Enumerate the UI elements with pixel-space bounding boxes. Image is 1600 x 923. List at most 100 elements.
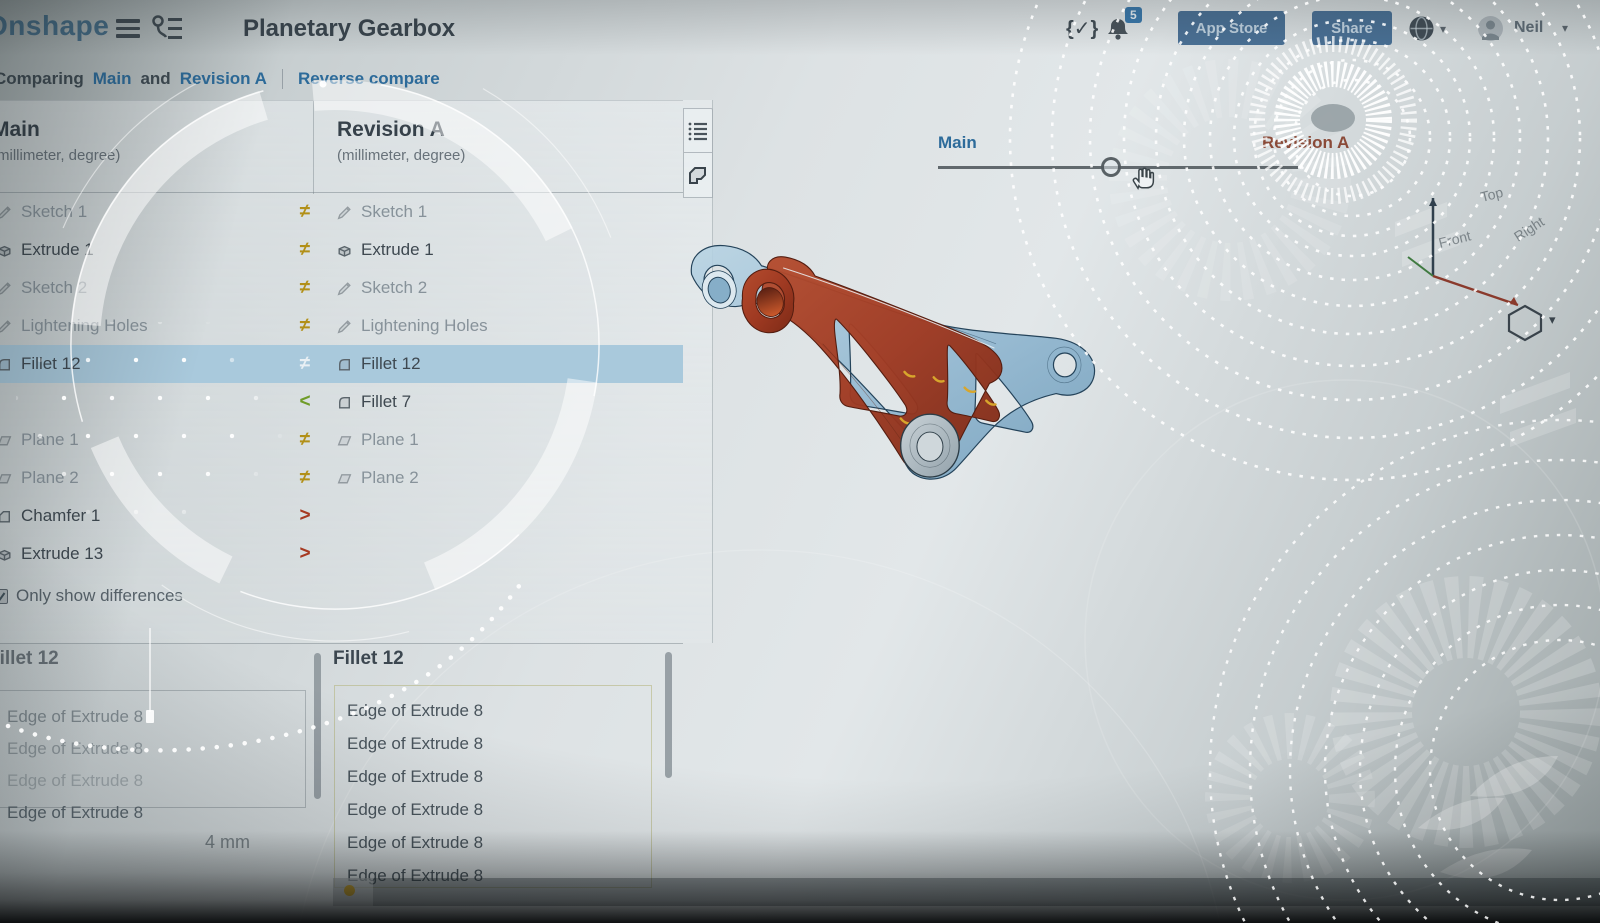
feature-name: Chamfer 1	[21, 506, 100, 526]
help-caret-icon: ▾	[1440, 22, 1446, 36]
help-menu-button[interactable]: ▾	[1408, 15, 1446, 42]
feature-type-icon	[0, 356, 13, 373]
feature-name: Extrude 1	[361, 240, 434, 260]
feature-compare-row[interactable]: Chamfer 1 >	[0, 497, 683, 535]
notifications-button[interactable]: 5	[1105, 14, 1131, 42]
edge-entity[interactable]: Edge of Extrude 8	[335, 694, 651, 727]
feature-type-icon	[0, 204, 13, 221]
diff-op: ≠	[300, 467, 310, 489]
share-button[interactable]: Share	[1312, 11, 1392, 45]
edge-entity[interactable]: Edge of Extrude 8	[335, 826, 651, 859]
edge-entity[interactable]: Edge of Extrude 8	[0, 701, 305, 733]
left-branch-title: Main	[0, 118, 120, 142]
feature-name: Lightening Holes	[21, 316, 148, 336]
edge-entity[interactable]: Edge of Extrude 8	[0, 797, 305, 829]
diff-op: ≠	[300, 239, 310, 261]
feature-type-icon	[336, 242, 353, 259]
model-viewport[interactable]	[660, 230, 1500, 730]
reverse-compare-button[interactable]: Reverse compare	[298, 69, 440, 89]
user-menu-caret-icon[interactable]: ▾	[1562, 21, 1568, 35]
branch-revision-link[interactable]: Revision A	[180, 69, 267, 89]
left-feature: Extrude 13	[0, 535, 103, 573]
feature-name: Plane 1	[361, 430, 419, 450]
feature-compare-row[interactable]: Lightening Holes ≠ Lightening H	[0, 307, 683, 345]
feature-compare-row[interactable]: Plane 1 ≠ Plane 1	[0, 421, 683, 459]
edge-entity[interactable]: Edge of Extrude 8	[335, 793, 651, 826]
feature-script-icon[interactable]: {✓}	[1066, 16, 1098, 41]
triad-top-label: Top	[1479, 184, 1505, 205]
feature-name: Fillet 12	[21, 354, 81, 374]
feature-compare-row[interactable]: Fillet 12 ≠ Fillet 12	[0, 345, 683, 383]
slider-handle[interactable]	[1101, 157, 1121, 177]
right-feature	[336, 497, 361, 535]
feature-name: Plane 2	[21, 468, 79, 488]
user-name[interactable]: Neil	[1514, 19, 1543, 37]
view-cube-caret-icon[interactable]: ▾	[1549, 312, 1556, 328]
notification-badge: 5	[1125, 7, 1142, 23]
left-detail-title: Fillet 12	[0, 648, 59, 670]
feature-compare-row[interactable]: Extrude 1 ≠ Extrude 1	[0, 231, 683, 269]
column-divider	[313, 101, 314, 194]
branch-main-link[interactable]: Main	[93, 69, 132, 89]
feature-type-icon	[0, 546, 13, 563]
right-feature: Sketch 2	[336, 269, 427, 307]
view-cube-button[interactable]	[1502, 302, 1548, 344]
feature-name: Sketch 1	[21, 202, 87, 222]
right-feature: Plane 2	[336, 459, 419, 497]
left-detail-entity-box: Edge of Extrude 8Edge of Extrude 8Edge o…	[0, 690, 306, 808]
slider-main-label: Main	[938, 133, 977, 153]
feature-type-icon	[336, 432, 353, 449]
right-detail-title: Fillet 12	[333, 648, 404, 670]
diff-op: ≠	[300, 277, 310, 299]
edge-entity[interactable]: Edge of Extrude 8	[0, 733, 305, 765]
diff-op: >	[299, 505, 310, 527]
left-feature: Extrude 1	[0, 231, 94, 269]
fillet-radius-value: 4 mm	[205, 832, 250, 853]
globe-icon	[1408, 15, 1435, 42]
edge-entity[interactable]: Edge of Extrude 8	[0, 765, 305, 797]
edge-entity[interactable]: Edge of Extrude 8	[335, 727, 651, 760]
feature-type-icon	[0, 280, 13, 297]
feature-compare-row[interactable]: Plane 2 ≠ Plane 2	[0, 459, 683, 497]
left-feature	[0, 383, 21, 421]
status-dot	[344, 885, 355, 896]
onshape-logo[interactable]: Onshape	[0, 10, 109, 42]
feature-name: Plane 1	[21, 430, 79, 450]
menu-icon[interactable]	[116, 19, 140, 42]
edge-entity[interactable]: Edge of Extrude 8	[335, 760, 651, 793]
feature-compare-row[interactable]: < Fillet 7	[0, 383, 683, 421]
feature-type-icon	[336, 470, 353, 487]
only-show-differences-toggle[interactable]: Only show differences	[0, 586, 183, 606]
right-feature	[336, 535, 361, 573]
left-feature: Fillet 12	[0, 345, 81, 383]
feature-compare-row[interactable]: Extrude 13 >	[0, 535, 683, 573]
feature-type-icon	[336, 204, 353, 221]
part-view-button[interactable]	[683, 153, 713, 198]
versions-icon[interactable]	[150, 13, 186, 47]
feature-compare-row[interactable]: Sketch 2 ≠ Sketch 2	[0, 269, 683, 307]
avatar[interactable]	[1477, 15, 1504, 42]
comparing-label: Comparing	[0, 69, 84, 89]
onshape-compare-app: Onshape Planetary Gearbox {✓} 5 App Stor…	[0, 0, 1600, 923]
checkbox-icon[interactable]	[0, 589, 8, 604]
app-store-button[interactable]: App Store	[1178, 11, 1285, 45]
left-detail-scrollbar[interactable]	[314, 653, 321, 799]
feature-list-view-button[interactable]	[683, 108, 713, 153]
left-feature: Chamfer 1	[0, 497, 100, 535]
feature-type-icon	[0, 394, 13, 411]
feature-name: Plane 2	[361, 468, 419, 488]
and-label: and	[140, 69, 170, 89]
feature-type-icon	[0, 508, 13, 525]
feature-name: Sketch 2	[21, 278, 87, 298]
feature-name: Fillet 7	[361, 392, 411, 412]
bottom-boss-model[interactable]	[901, 414, 960, 477]
feature-type-icon	[336, 280, 353, 297]
feature-compare-list: Sketch 1 ≠ Sketch 1	[0, 193, 683, 573]
diff-op: ≠	[300, 315, 310, 337]
right-feature: Fillet 12	[336, 345, 421, 383]
feature-type-icon	[336, 356, 353, 373]
feature-type-icon	[0, 318, 13, 335]
right-feature: Plane 1	[336, 421, 419, 459]
diff-op: ≠	[300, 429, 310, 451]
feature-compare-row[interactable]: Sketch 1 ≠ Sketch 1	[0, 193, 683, 231]
